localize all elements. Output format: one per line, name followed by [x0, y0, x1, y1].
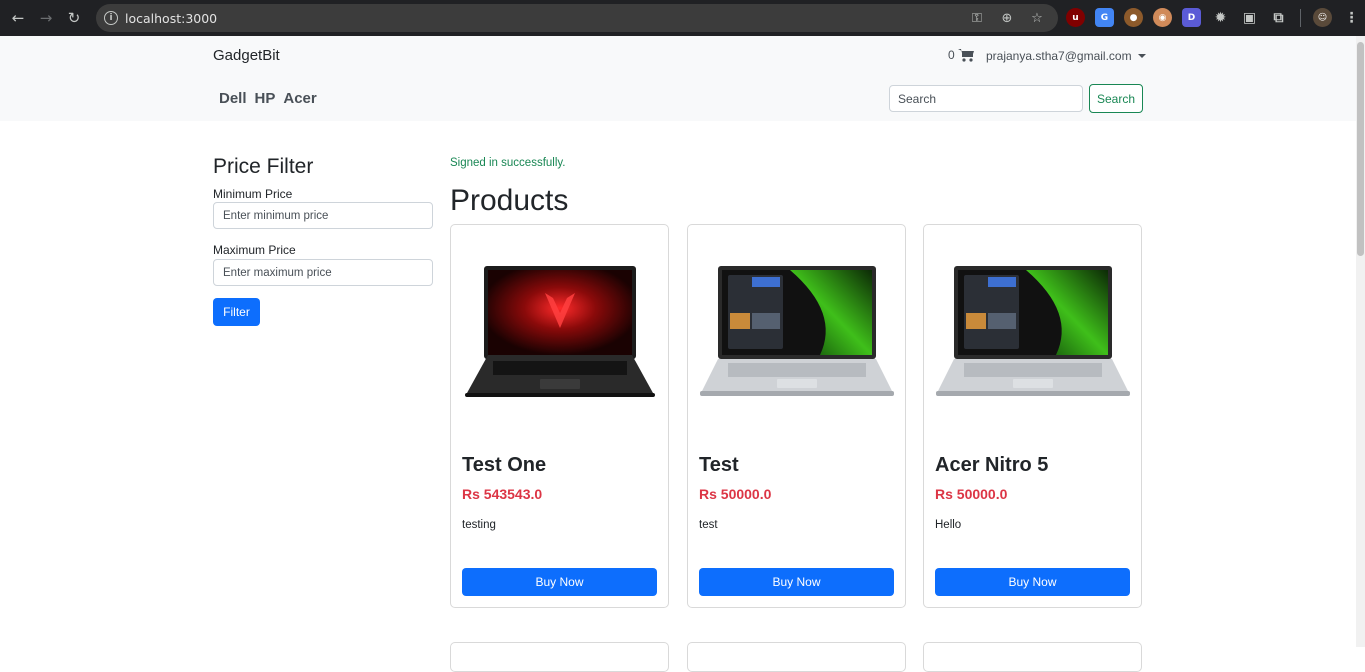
filter-button[interactable]: Filter	[213, 298, 260, 326]
product-description: testing	[462, 519, 496, 531]
nav-link-hp[interactable]: HP	[255, 90, 276, 107]
cookie-extension-icon[interactable]: ●	[1124, 8, 1143, 27]
user-dropdown[interactable]: prajanya.stha7@gmail.com	[986, 49, 1146, 63]
gear-extension-icon[interactable]: ✹	[1211, 8, 1230, 27]
page-title: Products	[450, 184, 569, 217]
cart-count: 0	[948, 48, 955, 62]
product-name[interactable]: Test	[699, 454, 739, 477]
buy-now-button[interactable]: Buy Now	[699, 568, 894, 596]
buy-now-button[interactable]: Buy Now	[935, 568, 1130, 596]
buy-now-button[interactable]: Buy Now	[462, 568, 657, 596]
page-scrollbar[interactable]	[1356, 36, 1365, 647]
brand-logo[interactable]: GadgetBit	[213, 47, 280, 64]
product-image[interactable]	[936, 253, 1130, 403]
caret-down-icon	[1137, 54, 1146, 58]
cart-icon	[957, 49, 974, 62]
browser-toolbar: ← → ↻ i localhost:3000 ⚿ ⊕ ☆ u G ● ◉ D ✹…	[0, 0, 1365, 36]
min-price-label: Minimum Price	[213, 187, 293, 201]
filter-title: Price Filter	[213, 155, 314, 178]
back-arrow-icon[interactable]: ←	[8, 8, 28, 28]
product-description: Hello	[935, 519, 962, 531]
max-price-input[interactable]	[213, 259, 433, 286]
product-price: Rs 50000.0	[699, 486, 772, 502]
search-input[interactable]	[889, 85, 1083, 112]
reload-icon[interactable]: ↻	[64, 8, 84, 28]
face-extension-icon[interactable]: ◉	[1153, 8, 1172, 27]
product-image[interactable]	[700, 253, 894, 403]
bookmark-star-icon[interactable]: ☆	[1028, 9, 1046, 27]
toolbar-divider	[1300, 8, 1301, 27]
cart-link[interactable]: 0	[948, 48, 974, 62]
flash-message: Signed in successfully.	[450, 157, 566, 169]
product-name[interactable]: Acer Nitro 5	[935, 454, 1048, 477]
translate-extension-icon[interactable]: G	[1095, 8, 1114, 27]
product-card: Test Rs 50000.0 test Buy Now	[687, 224, 906, 608]
product-description: test	[699, 519, 718, 531]
forward-arrow-icon[interactable]: →	[36, 8, 56, 28]
search-button[interactable]: Search	[1089, 84, 1143, 113]
address-bar[interactable]: i localhost:3000 ⚿ ⊕ ☆	[96, 4, 1058, 32]
key-icon[interactable]: ⚿	[968, 9, 986, 27]
product-card: Acer Nitro 5 Rs 50000.0 Hello Buy Now	[923, 224, 1142, 608]
product-image[interactable]	[463, 253, 657, 403]
nav-link-dell[interactable]: Dell	[219, 90, 247, 107]
product-price: Rs 543543.0	[462, 486, 543, 502]
puzzle-extensions-icon[interactable]: ⧉	[1269, 8, 1288, 27]
site-navbar: GadgetBit 0 prajanya.stha7@gmail.com Del…	[0, 36, 1356, 121]
extensions-bar: u G ● ◉ D ✹ ▣ ⧉ ☺ ⋮	[1066, 8, 1361, 27]
window-extension-icon[interactable]: ▣	[1240, 8, 1259, 27]
address-url[interactable]: localhost:3000	[125, 11, 217, 26]
zoom-icon[interactable]: ⊕	[998, 9, 1016, 27]
d-extension-icon[interactable]: D	[1182, 8, 1201, 27]
product-card: Test One Rs 543543.0 testing Buy Now	[450, 224, 669, 608]
ublock-extension-icon[interactable]: u	[1066, 8, 1085, 27]
brand-nav: Dell HP Acer	[219, 90, 317, 107]
nav-link-acer[interactable]: Acer	[283, 90, 316, 107]
max-price-label: Maximum Price	[213, 243, 296, 257]
product-price: Rs 50000.0	[935, 486, 1008, 502]
menu-kebab-icon[interactable]: ⋮	[1342, 8, 1361, 27]
site-info-icon[interactable]: i	[104, 11, 118, 25]
profile-avatar-icon[interactable]: ☺	[1313, 8, 1332, 27]
product-name[interactable]: Test One	[462, 454, 546, 477]
user-email: prajanya.stha7@gmail.com	[986, 49, 1132, 63]
scrollbar-thumb[interactable]	[1357, 42, 1364, 256]
min-price-input[interactable]	[213, 202, 433, 229]
